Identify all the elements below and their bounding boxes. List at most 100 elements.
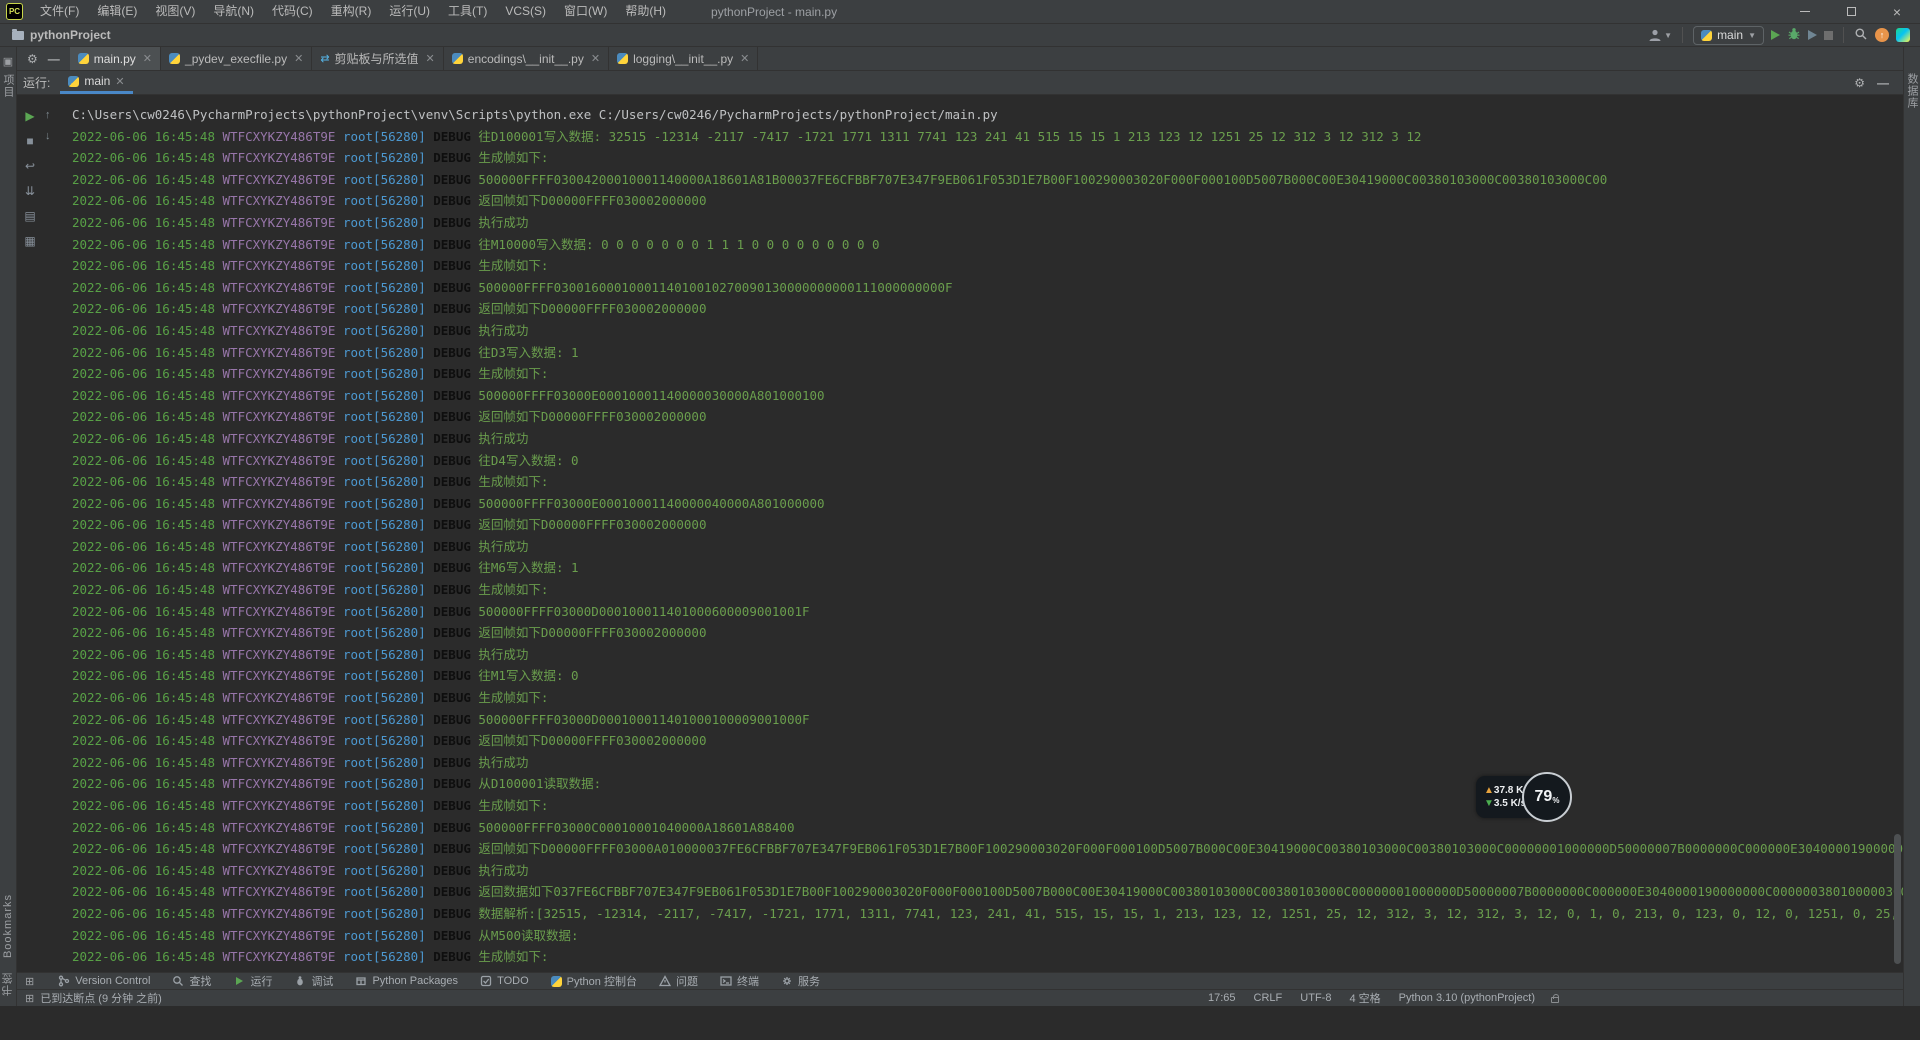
log-line: 2022-06-06 16:45:48 WTFCXYKZY486T9E root…	[72, 752, 1903, 774]
toolwindow-item-python-控制台[interactable]: Python 控制台	[551, 973, 637, 989]
search-everywhere-icon[interactable]	[1854, 27, 1868, 44]
python-icon	[1701, 30, 1712, 41]
stripe-item-bookmarks-cn[interactable]: 书签	[0, 972, 16, 996]
stop-button[interactable]	[1824, 31, 1833, 40]
status-widget-4[interactable]: Python 3.10 (pythonProject)	[1399, 992, 1535, 1004]
close-tab-icon[interactable]: ✕	[591, 52, 600, 65]
toolbar-divider	[1682, 27, 1683, 43]
toolwindow-item-调试[interactable]: 调试	[294, 973, 333, 989]
run-settings-gear-icon[interactable]: ⚙	[1854, 76, 1865, 90]
editor-tab-1[interactable]: _pydev_execfile.py✕	[161, 47, 312, 70]
debug-button[interactable]	[1787, 27, 1801, 44]
toolwindow-item-查找[interactable]: 查找	[172, 973, 211, 989]
right-tool-stripe: 数据库	[1903, 47, 1920, 1006]
run-config-selector[interactable]: main ▼	[1693, 26, 1764, 45]
toolwindow-item-label: 问题	[676, 973, 698, 989]
status-widget-1[interactable]: CRLF	[1254, 992, 1283, 1004]
log-line: 2022-06-06 16:45:48 WTFCXYKZY486T9E root…	[72, 817, 1903, 839]
toolbar-divider	[1843, 27, 1844, 43]
gear-icon[interactable]: ⚙	[27, 52, 38, 66]
services-icon	[781, 975, 793, 987]
log-line: 2022-06-06 16:45:48 WTFCXYKZY486T9E root…	[72, 126, 1903, 148]
toolwindow-item-label: Python 控制台	[567, 973, 637, 989]
stripe-item-bookmarks[interactable]: Bookmarks	[2, 894, 14, 958]
python-file-icon	[452, 53, 463, 64]
editor-tab-3[interactable]: encodings\__init__.py✕	[444, 47, 609, 70]
hide-panel-icon[interactable]: —	[48, 52, 60, 66]
run-tab-main[interactable]: main ✕	[60, 71, 132, 94]
log-line: 2022-06-06 16:45:48 WTFCXYKZY486T9E root…	[72, 190, 1903, 212]
hide-run-panel-icon[interactable]: —	[1877, 76, 1889, 90]
chevron-down-icon: ▼	[1664, 31, 1672, 40]
status-widget-0[interactable]: 17:65	[1208, 992, 1236, 1004]
user-account-icon[interactable]: ▼	[1648, 28, 1672, 42]
log-line: 2022-06-06 16:45:48 WTFCXYKZY486T9E root…	[72, 946, 1903, 968]
terminal-icon	[720, 975, 732, 987]
close-icon[interactable]: ✕	[115, 75, 124, 88]
menu-item-3[interactable]: 导航(N)	[204, 0, 263, 23]
menu-item-10[interactable]: 帮助(H)	[616, 0, 675, 23]
ide-features-icon[interactable]	[1896, 28, 1910, 42]
toolwindow-item-label: Python Packages	[372, 975, 458, 987]
layout-grid-icon[interactable]: ⊞	[25, 992, 34, 1005]
toolwindow-item-终端[interactable]: 终端	[720, 973, 759, 989]
console-scrollbar[interactable]	[1894, 834, 1901, 964]
stripe-item-project[interactable]: 项目	[0, 74, 16, 98]
status-bar: ⊞ 已到达断点 (9 分钟 之前) 17:65CRLFUTF-84 空格Pyth…	[17, 989, 1903, 1006]
log-line: 2022-06-06 16:45:48 WTFCXYKZY486T9E root…	[72, 363, 1903, 385]
titlebar: PC 文件(F)编辑(E)视图(V)导航(N)代码(C)重构(R)运行(U)工具…	[0, 0, 1920, 24]
menu-item-2[interactable]: 视图(V)	[146, 0, 204, 23]
run-panel-header: 运行: main ✕ ⚙ —	[17, 71, 1903, 95]
maximize-button[interactable]	[1828, 0, 1874, 24]
menu-item-5[interactable]: 重构(R)	[322, 0, 381, 23]
editor-tab-4[interactable]: logging\__init__.py✕	[609, 47, 758, 70]
log-line: 2022-06-06 16:45:48 WTFCXYKZY486T9E root…	[72, 493, 1903, 515]
lock-icon	[1551, 997, 1559, 1003]
menu-item-6[interactable]: 运行(U)	[380, 0, 439, 23]
toolwindow-item-运行[interactable]: 运行	[233, 973, 272, 989]
toolwindow-item-问题[interactable]: 问题	[659, 973, 698, 989]
status-widget-2[interactable]: UTF-8	[1300, 992, 1331, 1004]
log-line: 2022-06-06 16:45:48 WTFCXYKZY486T9E root…	[72, 601, 1903, 623]
toolwindow-item-version-control[interactable]: Version Control	[58, 975, 150, 987]
toolwindow-item-服务[interactable]: 服务	[781, 973, 820, 989]
stripe-item-database[interactable]: 数据库	[1904, 73, 1920, 109]
update-notification-icon[interactable]: ↑	[1875, 28, 1889, 42]
log-line: 2022-06-06 16:45:48 WTFCXYKZY486T9E root…	[72, 925, 1903, 947]
run-button[interactable]	[1771, 30, 1780, 40]
maximize-icon	[1847, 7, 1856, 16]
console-command-line: C:\Users\cw0246\PycharmProjects\pythonPr…	[72, 104, 1903, 126]
chevron-down-icon: ▼	[1748, 31, 1756, 40]
menu-item-1[interactable]: 编辑(E)	[88, 0, 146, 23]
menu-item-8[interactable]: VCS(S)	[496, 0, 555, 23]
log-line: 2022-06-06 16:45:48 WTFCXYKZY486T9E root…	[72, 385, 1903, 407]
close-tab-icon[interactable]: ✕	[143, 52, 152, 65]
python-file-icon	[169, 53, 180, 64]
status-widget-3[interactable]: 4 空格	[1349, 990, 1380, 1006]
log-line: 2022-06-06 16:45:48 WTFCXYKZY486T9E root…	[72, 428, 1903, 450]
menu-item-4[interactable]: 代码(C)	[263, 0, 322, 23]
log-line: 2022-06-06 16:45:48 WTFCXYKZY486T9E root…	[72, 234, 1903, 256]
menu-item-7[interactable]: 工具(T)	[439, 0, 496, 23]
log-line: 2022-06-06 16:45:48 WTFCXYKZY486T9E root…	[72, 536, 1903, 558]
editor-tab-bar: ⚙ — main.py✕_pydev_execfile.py✕⇄剪贴板与所选值✕…	[17, 47, 1903, 71]
editor-tab-2[interactable]: ⇄剪贴板与所选值✕	[312, 47, 443, 70]
menu-item-0[interactable]: 文件(F)	[31, 0, 88, 23]
tool-window-switcher-icon[interactable]: ⊞	[25, 975, 34, 988]
toolwindow-item-todo[interactable]: TODO	[480, 975, 529, 987]
percent-badge: 79%	[1522, 772, 1572, 822]
toolwindow-item-python-packages[interactable]: Python Packages	[355, 975, 458, 987]
close-tab-icon[interactable]: ✕	[294, 52, 303, 65]
close-button[interactable]: ×	[1874, 0, 1920, 24]
minimize-icon	[1800, 11, 1810, 12]
menu-item-9[interactable]: 窗口(W)	[555, 0, 616, 23]
project-breadcrumb[interactable]: pythonProject	[30, 28, 111, 42]
close-tab-icon[interactable]: ✕	[426, 52, 435, 65]
editor-tab-0[interactable]: main.py✕	[70, 47, 161, 70]
coverage-button[interactable]	[1808, 30, 1817, 40]
run-panel-label: 运行:	[17, 71, 60, 94]
log-line: 2022-06-06 16:45:48 WTFCXYKZY486T9E root…	[72, 665, 1903, 687]
minimize-button[interactable]	[1782, 0, 1828, 24]
close-tab-icon[interactable]: ✕	[740, 52, 749, 65]
log-line: 2022-06-06 16:45:48 WTFCXYKZY486T9E root…	[72, 687, 1903, 709]
